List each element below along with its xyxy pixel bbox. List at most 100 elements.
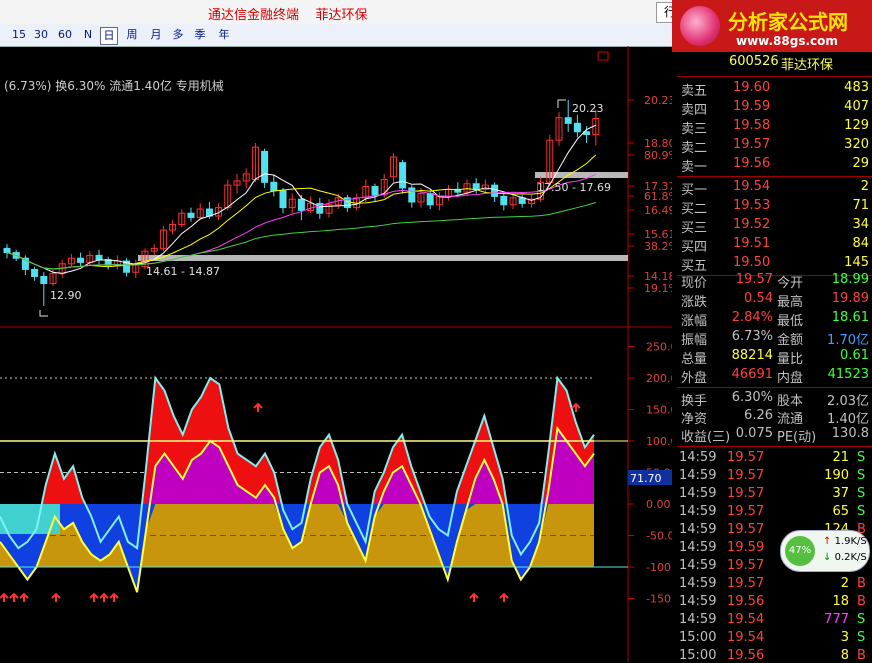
period-button-2[interactable]: 60	[56, 27, 74, 43]
upload-speed: 1.9K/S	[834, 536, 867, 547]
indicator-axis-label: -150.00	[646, 593, 672, 606]
tick-price: 19.54	[727, 630, 765, 645]
bid-volume: 145	[844, 255, 869, 270]
tick-volume: 190	[824, 468, 849, 483]
candle-body	[500, 195, 508, 206]
bid-price: 19.53	[733, 198, 771, 213]
low-marker-icon	[39, 310, 48, 317]
tick-price: 19.57	[727, 522, 765, 537]
tick-time: 14:59	[679, 594, 717, 609]
stat-label: 最低	[777, 314, 804, 329]
bid-label: 买四	[681, 240, 708, 255]
tick-side: S	[857, 486, 866, 501]
stat-label: 股本	[777, 394, 804, 409]
stat-label: 振幅	[681, 333, 708, 348]
stat-label: 今开	[777, 276, 804, 291]
stat-value: 19.89	[831, 291, 869, 306]
period-button-7[interactable]: 多	[170, 27, 186, 43]
candle-body	[371, 186, 379, 196]
tick-time: 15:00	[679, 630, 717, 645]
bid-price: 19.51	[733, 236, 771, 251]
window-title: 通达信金融终端 菲达环保	[208, 8, 368, 23]
tick-price: 19.56	[727, 594, 765, 609]
price-axis-label: 61.8%	[644, 190, 672, 203]
stat-value: 41523	[827, 367, 869, 382]
stat-value: 1.70亿	[827, 333, 869, 348]
ask-volume: 407	[844, 99, 869, 114]
down-arrow-icon: ↓	[823, 552, 832, 563]
speed-percent: 47%	[785, 536, 815, 566]
range-bar-lower	[138, 255, 628, 261]
bid-volume: 34	[852, 217, 869, 232]
indicator-axis-label: -50.00	[646, 530, 672, 543]
stat-value: 6.73%	[731, 329, 773, 344]
panel-divider	[677, 446, 872, 447]
period-button-8[interactable]: 季	[192, 27, 208, 43]
period-button-5[interactable]: 周	[124, 27, 140, 43]
stat-value: 46691	[731, 367, 773, 382]
high-label: 20.23	[572, 102, 604, 115]
price-axis-label: 16.49	[644, 204, 672, 217]
bid-volume: 84	[852, 236, 869, 251]
stat-value: 6.30%	[731, 390, 773, 405]
up-arrow-icon	[89, 592, 99, 602]
tick-price: 19.57	[727, 450, 765, 465]
stat-label: 净资	[681, 412, 708, 427]
tick-price: 19.57	[727, 576, 765, 591]
tick-time: 14:59	[679, 504, 717, 519]
tick-volume: 777	[824, 612, 849, 627]
tick-volume: 2	[840, 576, 849, 591]
stat-label: 换手	[681, 394, 708, 409]
stat-value: 0.61	[840, 348, 869, 363]
ask-price: 19.60	[733, 80, 771, 95]
stat-value: 0.54	[744, 291, 773, 306]
tick-time: 14:59	[679, 558, 717, 573]
info-line: (6.73%) 换6.30% 流通1.40亿 专用机械	[4, 78, 224, 93]
indicator-axis-label: 200.00	[646, 372, 672, 385]
download-speed: 0.2K/S	[834, 552, 867, 563]
period-button-9[interactable]: 年	[216, 27, 232, 43]
panel-divider	[677, 176, 872, 177]
stock-name: 菲达环保	[781, 58, 834, 73]
period-button-6[interactable]: 月	[148, 27, 164, 43]
ask-label: 卖二	[681, 141, 708, 156]
tick-side: S	[857, 450, 866, 465]
candle-body	[279, 190, 287, 209]
period-button-3[interactable]: N	[80, 27, 96, 43]
candle-body	[408, 187, 416, 203]
brand-url: www.88gs.com	[736, 34, 838, 48]
tick-time: 14:59	[679, 468, 717, 483]
stat-value: 130.8	[831, 426, 869, 441]
stat-label: 外盘	[681, 371, 708, 386]
period-button-0[interactable]: 15	[10, 27, 28, 43]
stat-label: 金额	[777, 333, 804, 348]
candle-body	[95, 254, 103, 261]
current-value: 71.70	[630, 472, 662, 485]
period-button-1[interactable]: 30	[32, 27, 50, 43]
ask-price: 19.59	[733, 99, 771, 114]
tick-time: 14:59	[679, 450, 717, 465]
indicator-axis-label: 250.00	[646, 341, 672, 354]
up-arrow-icon	[499, 592, 509, 602]
tick-volume: 8	[840, 648, 849, 663]
tick-side: B	[857, 594, 866, 609]
price-axis-label: 20.23	[644, 94, 672, 107]
stat-label: 最高	[777, 295, 804, 310]
tick-price: 19.59	[727, 540, 765, 555]
candle-body	[31, 268, 39, 277]
bid-price: 19.54	[733, 179, 771, 194]
stat-label: 量比	[777, 352, 804, 367]
period-toolbar: 15 30 60 N 日周月多季年	[0, 24, 672, 47]
kline-chart[interactable]: (6.73%) 换6.30% 流通1.40亿 专用机械20.2318.8080.…	[0, 46, 672, 662]
bid-volume: 2	[860, 179, 869, 194]
period-button-4[interactable]: 日	[100, 27, 118, 45]
ask-price: 19.56	[733, 156, 771, 171]
ask-label: 卖四	[681, 103, 708, 118]
up-arrow-icon	[9, 592, 19, 602]
indicator-axis-label: 0.00	[646, 498, 671, 511]
stat-value: 2.84%	[731, 310, 773, 325]
network-speed-meter: 47% ↑ 1.9K/S ↓ 0.2K/S	[780, 530, 870, 572]
indicator-axis-label: -100.00	[646, 561, 672, 574]
brand-logo: 分析家公式网 www.88gs.com	[672, 0, 872, 52]
candle-body	[77, 257, 85, 263]
